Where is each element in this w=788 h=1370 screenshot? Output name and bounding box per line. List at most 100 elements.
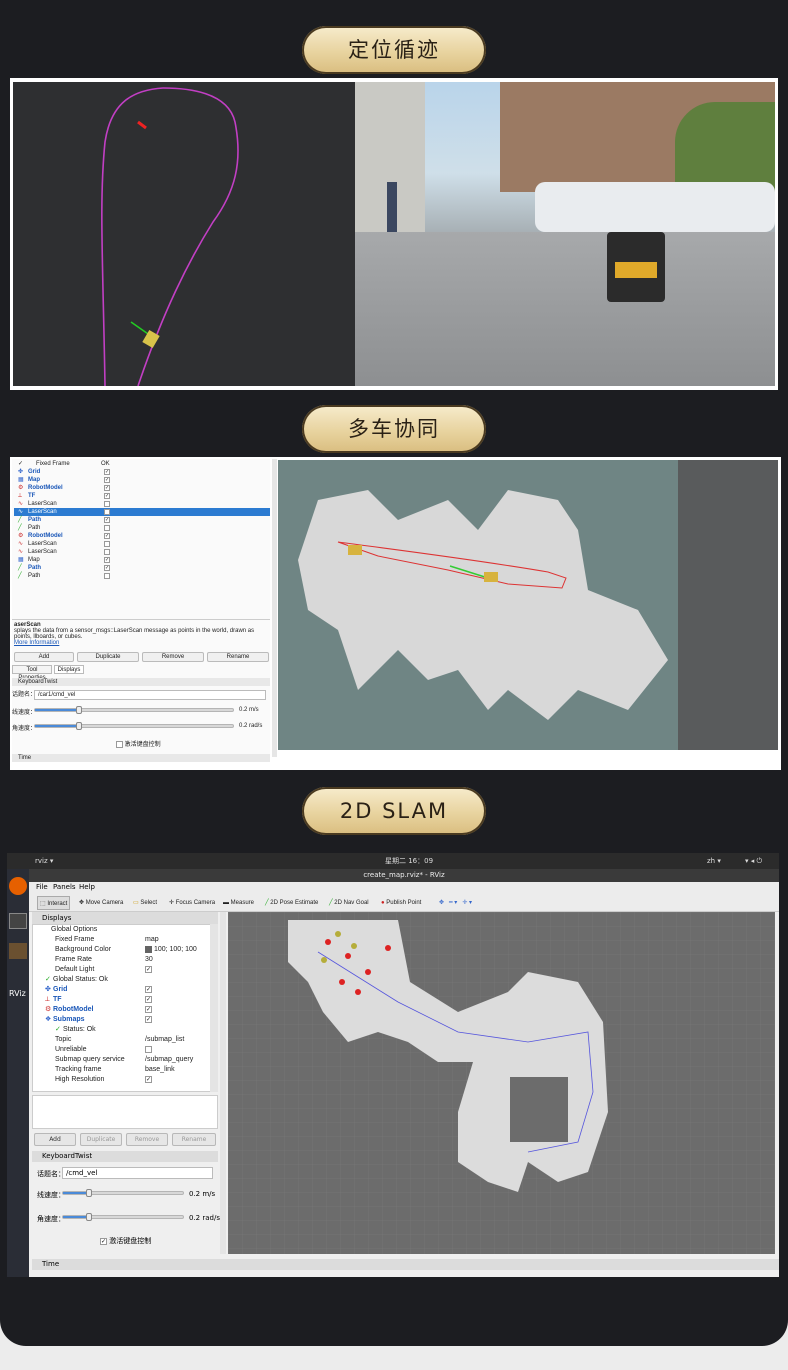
duplicate-button[interactable]: Duplicate: [80, 1133, 122, 1146]
display-row[interactable]: ✓ Fixed Frame OK: [14, 460, 270, 468]
splitter-handle[interactable]: [220, 912, 226, 1254]
menu-help[interactable]: Help: [79, 882, 95, 893]
slider-knob[interactable]: [75, 722, 82, 730]
display-row[interactable]: ∿ LaserScan: [14, 500, 270, 508]
grid-icon: ✤: [45, 986, 51, 993]
angular-speed-slider[interactable]: [62, 1213, 184, 1221]
linear-speed-slider[interactable]: [34, 706, 234, 714]
tool-publish-point[interactable]: ● Publish Point: [381, 896, 421, 910]
linear-speed-slider[interactable]: [62, 1189, 184, 1197]
remove-button[interactable]: Remove: [142, 652, 204, 662]
topic-label: 话题名：: [12, 692, 37, 698]
pin-icon: ●: [381, 900, 385, 906]
tree-row[interactable]: Background Color 100; 100; 100: [37, 945, 217, 955]
display-row[interactable]: ╱ Path: [14, 572, 270, 580]
splitter-handle[interactable]: [272, 459, 277, 757]
remove-button[interactable]: Remove: [126, 1133, 168, 1146]
duplicate-button[interactable]: Duplicate: [77, 652, 139, 662]
tab-tool-properties[interactable]: Tool Properties: [12, 665, 52, 681]
window-title-bar: create_map.rviz* - RViz: [29, 869, 779, 882]
ruler-icon: ▬: [223, 900, 229, 906]
tree-row[interactable]: Unreliable: [37, 1045, 217, 1055]
firefox-icon[interactable]: [9, 877, 27, 895]
topic-input[interactable]: /car1/cmd_vel: [34, 690, 266, 700]
tool-move-camera[interactable]: ✥ Move Camera: [79, 896, 123, 910]
slam-occupancy-map: [228, 912, 775, 1254]
activate-checkbox[interactable]: [116, 740, 123, 748]
keyboard-twist-header: KeyboardTwist: [12, 678, 270, 686]
tree-row[interactable]: Topic/submap_list: [37, 1035, 217, 1045]
slider-knob[interactable]: [86, 1189, 93, 1197]
display-row[interactable]: ∿ LaserScan: [14, 540, 270, 548]
tree-row[interactable]: ✤ Grid ✓: [37, 985, 217, 995]
tool-measure[interactable]: ▬ Measure: [223, 896, 254, 910]
menu-panels[interactable]: Panels: [53, 882, 76, 893]
displays-header: Displays: [32, 912, 218, 924]
display-row[interactable]: ╱ Path ✓: [14, 516, 270, 524]
display-row[interactable]: ╱ Path ✓: [14, 564, 270, 572]
tree-row[interactable]: Default Light ✓: [37, 965, 217, 975]
display-row[interactable]: ╱ Path: [14, 524, 270, 532]
display-row[interactable]: ⟂ TF ✓: [14, 492, 270, 500]
clock[interactable]: 星期二 16：09: [385, 853, 433, 869]
multi-vehicle-panel: ✓ Fixed Frame OK ✤ Grid ✓ ▦ Map ✓ ⚙ RobotModel ✓…: [10, 457, 781, 770]
display-row[interactable]: ✤ Grid ✓: [14, 468, 270, 476]
display-row[interactable]: ⚙ RobotModel ✓: [14, 532, 270, 540]
tool-interact[interactable]: ⬚ Interact: [37, 896, 71, 910]
linear-value: 0.2 m/s: [239, 707, 259, 713]
tree-row[interactable]: ⚙ RobotModel ✓: [37, 1005, 217, 1015]
display-row-selected[interactable]: ∿ LaserScan: [14, 508, 270, 516]
rename-button[interactable]: Rename: [207, 652, 269, 662]
add-button[interactable]: Add: [34, 1133, 76, 1146]
display-row[interactable]: ∿ LaserScan: [14, 548, 270, 556]
slider-fill: [35, 709, 79, 711]
files-icon[interactable]: [9, 943, 27, 959]
launcher-dock: RViz: [7, 869, 29, 1277]
slider-knob[interactable]: [75, 706, 82, 714]
display-row[interactable]: ▦ Map ✓: [14, 476, 270, 484]
tree-row[interactable]: ❖ Submaps ✓: [37, 1015, 217, 1025]
cursor-icon: ⬚: [40, 901, 46, 907]
topic-input[interactable]: /cmd_vel: [62, 1167, 213, 1179]
slider-knob[interactable]: [86, 1213, 93, 1221]
activate-keyboard-row[interactable]: 激活键盘控制: [116, 739, 161, 748]
more-information-link[interactable]: More Information: [14, 640, 59, 646]
angular-speed-slider[interactable]: [34, 722, 234, 730]
tab-displays[interactable]: Displays: [54, 665, 84, 674]
tree-row[interactable]: ✓ Status: Ok: [37, 1025, 217, 1035]
robot-icon: ⚙: [18, 485, 24, 491]
tree-row[interactable]: Frame Rate 30: [37, 955, 217, 965]
menu-bar: File Panels Help: [29, 882, 779, 893]
tree-row-global-options[interactable]: Global Options: [37, 925, 217, 935]
tool-extra-icons[interactable]: ✥ ━ ▾ ✛ ▾: [439, 896, 472, 910]
display-row[interactable]: ⚙ RobotModel ✓: [14, 484, 270, 492]
rviz-launcher-icon[interactable]: RViz: [9, 989, 26, 998]
tool-2d-pose-estimate[interactable]: ╱ 2D Pose Estimate: [265, 896, 318, 910]
activate-checkbox[interactable]: ✓: [100, 1237, 107, 1245]
tree-row[interactable]: Tracking frame base_link: [37, 1065, 217, 1075]
tree-row[interactable]: ⟂ TF ✓: [37, 995, 217, 1005]
menu-file[interactable]: File: [36, 882, 48, 893]
tree-row[interactable]: Fixed Frame map: [37, 935, 217, 945]
terminal-icon[interactable]: [9, 913, 27, 929]
submaps-icon: ❖: [45, 1016, 52, 1023]
display-row[interactable]: ▦ Map ✓: [14, 556, 270, 564]
tree-row[interactable]: High Resolution ✓: [37, 1075, 217, 1085]
robot-car-2: [484, 572, 498, 582]
tool-select[interactable]: ▭ Select: [133, 896, 157, 910]
activate-keyboard-row[interactable]: ✓ 激活键盘控制: [100, 1236, 151, 1246]
angular-value: 0.2 rad/s: [239, 723, 263, 729]
path-icon: ╱: [18, 573, 22, 579]
laserscan-icon: ∿: [18, 509, 24, 515]
tree-scrollbar[interactable]: [210, 924, 218, 1092]
tree-row[interactable]: ✓ Global Status: Ok: [37, 975, 217, 985]
app-menu[interactable]: rviz ▾: [35, 853, 53, 869]
tool-focus-camera[interactable]: ✛ Focus Camera: [169, 896, 215, 910]
system-tray-icon[interactable]: ▾ ◂ ⏻: [745, 853, 762, 869]
robot-icon: ⚙: [18, 533, 24, 539]
language-menu[interactable]: zh ▾: [707, 853, 721, 869]
tree-row[interactable]: Submap query service/submap_query: [37, 1055, 217, 1065]
rename-button[interactable]: Rename: [172, 1133, 216, 1146]
add-button[interactable]: Add: [14, 652, 74, 662]
tool-2d-nav-goal[interactable]: ╱ 2D Nav Goal: [329, 896, 369, 910]
